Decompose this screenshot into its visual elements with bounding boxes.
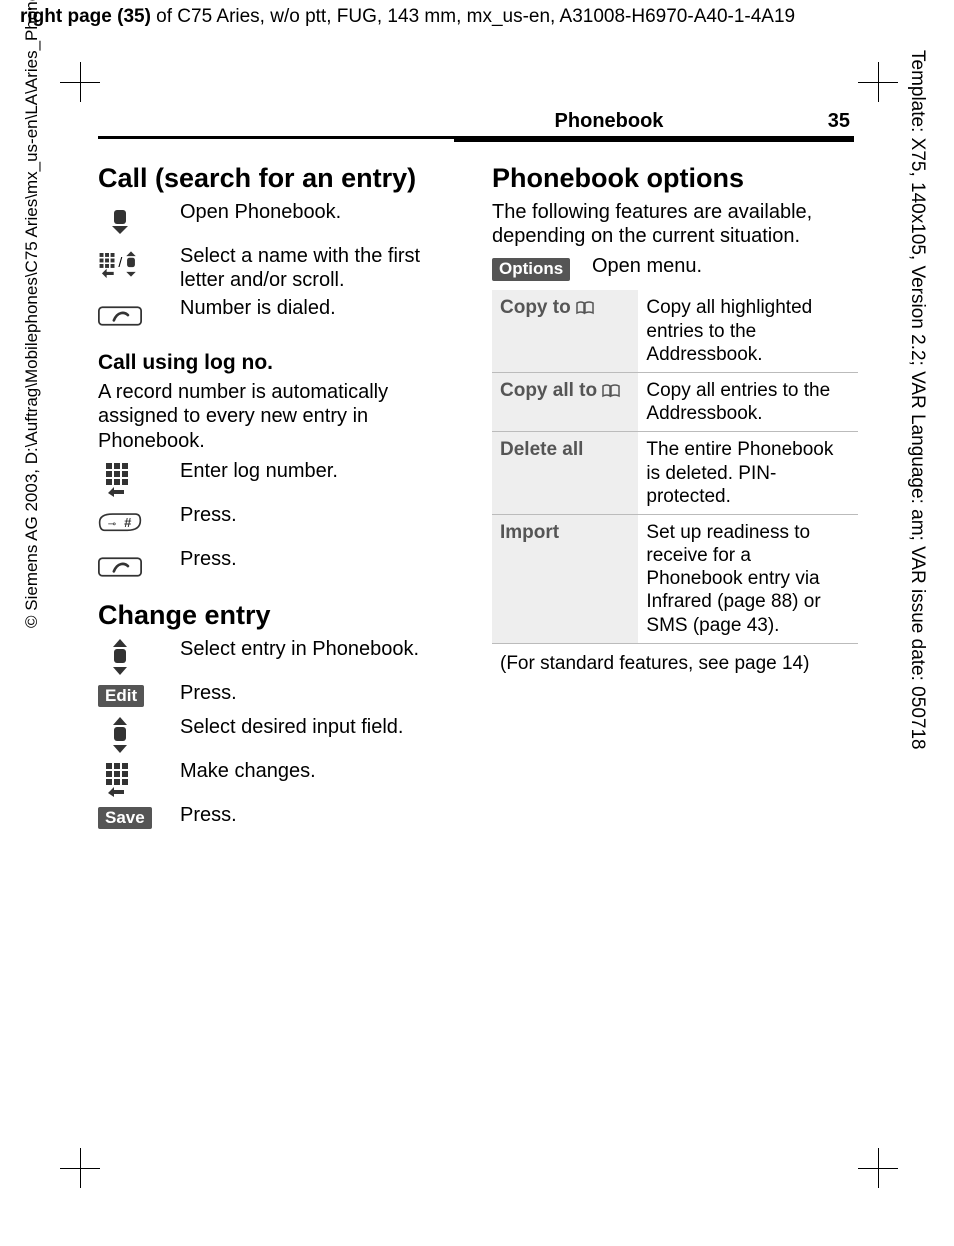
table-footer-row: (For standard features, see page 14) xyxy=(492,643,858,681)
crop-mark-top-right xyxy=(858,62,898,102)
svg-text:#: # xyxy=(124,515,132,530)
step-row: ⊸# Press. xyxy=(98,503,464,543)
paragraph-options-intro: The following features are available, de… xyxy=(492,200,858,249)
step-text: Enter log number. xyxy=(180,459,464,483)
heading-call-log: Call using log no. xyxy=(98,350,464,376)
opt-val: The entire Phonebook is deleted. PIN-pro… xyxy=(638,432,858,515)
book-icon xyxy=(576,301,594,315)
right-column: Phonebook options The following features… xyxy=(492,150,858,837)
keypad-icon xyxy=(98,759,170,799)
step-row: Make changes. xyxy=(98,759,464,799)
opt-key: Import xyxy=(492,514,638,643)
print-header-rest: of C75 Aries, w/o ptt, FUG, 143 mm, mx_u… xyxy=(151,6,795,27)
svg-text:/: / xyxy=(118,254,122,270)
step-text: Select a name with the first letter and/… xyxy=(180,244,464,293)
nav-updown-icon xyxy=(98,715,170,755)
margin-note-right: Template: X75, 140x105, Version 2.2; VAR… xyxy=(906,50,928,750)
svg-text:⊸: ⊸ xyxy=(108,519,116,530)
keypad-nav-icon: / xyxy=(98,244,170,284)
table-row: Import Set up readiness to receive for a… xyxy=(492,514,858,643)
step-row: Save Press. xyxy=(98,803,464,833)
step-row: Select desired input field. xyxy=(98,715,464,755)
table-row: Copy all to Copy all entries to the Addr… xyxy=(492,372,858,431)
hash-key-icon: ⊸# xyxy=(98,503,170,543)
content: Call (search for an entry) Open Phoneboo… xyxy=(98,150,858,837)
nav-updown-icon xyxy=(98,637,170,677)
table-footer-text: (For standard features, see page 14) xyxy=(492,643,858,681)
print-header: right page (35) of C75 Aries, w/o ptt, F… xyxy=(20,6,795,28)
softkey-label: Edit xyxy=(98,685,144,708)
book-icon xyxy=(602,384,620,398)
step-row: Open Phonebook. xyxy=(98,200,464,240)
left-column: Call (search for an entry) Open Phoneboo… xyxy=(98,150,464,837)
step-text: Press. xyxy=(180,681,464,705)
heading-call-search: Call (search for an entry) xyxy=(98,164,464,194)
opt-key: Copy all to xyxy=(500,380,597,401)
opt-key: Copy to xyxy=(500,297,571,318)
margin-note-left: © Siemens AG 2003, D:\Auftrag\Mobilephon… xyxy=(22,0,42,628)
softkey-label: Options xyxy=(492,258,570,281)
step-text: Number is dialed. xyxy=(180,296,464,320)
step-text: Select desired input field. xyxy=(180,715,464,739)
opt-val: Set up readiness to receive for a Phoneb… xyxy=(638,514,858,643)
call-key-icon xyxy=(98,547,170,587)
step-text: Open Phonebook. xyxy=(180,200,464,224)
crop-mark-bot-right xyxy=(858,1148,898,1188)
section-title: Phonebook xyxy=(454,110,764,133)
step-text: Press. xyxy=(180,547,464,571)
step-row: Select entry in Phonebook. xyxy=(98,637,464,677)
step-row: / Select a name with the first letter an… xyxy=(98,244,464,293)
step-text: Make changes. xyxy=(180,759,464,783)
opt-val: Copy all highlighted entries to the Addr… xyxy=(638,290,858,372)
step-row: Press. xyxy=(98,547,464,587)
header-rule xyxy=(98,136,854,139)
opt-key: Delete all xyxy=(492,432,638,515)
softkey-save: Save xyxy=(98,803,170,833)
step-row: Options Open menu. xyxy=(492,254,858,284)
softkey-edit: Edit xyxy=(98,681,170,711)
crop-mark-bot-left xyxy=(60,1148,100,1188)
nav-down-icon xyxy=(98,200,170,240)
step-row: Number is dialed. xyxy=(98,296,464,336)
page-number: 35 xyxy=(828,110,854,133)
step-row: Edit Press. xyxy=(98,681,464,711)
keypad-icon xyxy=(98,459,170,499)
page-header: Phonebook 35 xyxy=(454,110,854,133)
step-text: Press. xyxy=(180,503,464,527)
crop-mark-top-left xyxy=(60,62,100,102)
paragraph-log: A record number is automatically assigne… xyxy=(98,380,464,453)
call-key-icon xyxy=(98,296,170,336)
opt-val: Copy all entries to the Addressbook. xyxy=(638,372,858,431)
softkey-label: Save xyxy=(98,807,152,830)
table-row: Copy to Copy all highlighted entries to … xyxy=(492,290,858,372)
options-table: Copy to Copy all highlighted entries to … xyxy=(492,290,858,680)
step-text: Open menu. xyxy=(592,254,858,278)
heading-change-entry: Change entry xyxy=(98,601,464,631)
step-text: Press. xyxy=(180,803,464,827)
table-row: Delete all The entire Phonebook is delet… xyxy=(492,432,858,515)
step-row: Enter log number. xyxy=(98,459,464,499)
softkey-options: Options xyxy=(492,254,582,284)
manual-page: right page (35) of C75 Aries, w/o ptt, F… xyxy=(0,0,954,1246)
step-text: Select entry in Phonebook. xyxy=(180,637,464,661)
heading-phonebook-options: Phonebook options xyxy=(492,164,858,194)
